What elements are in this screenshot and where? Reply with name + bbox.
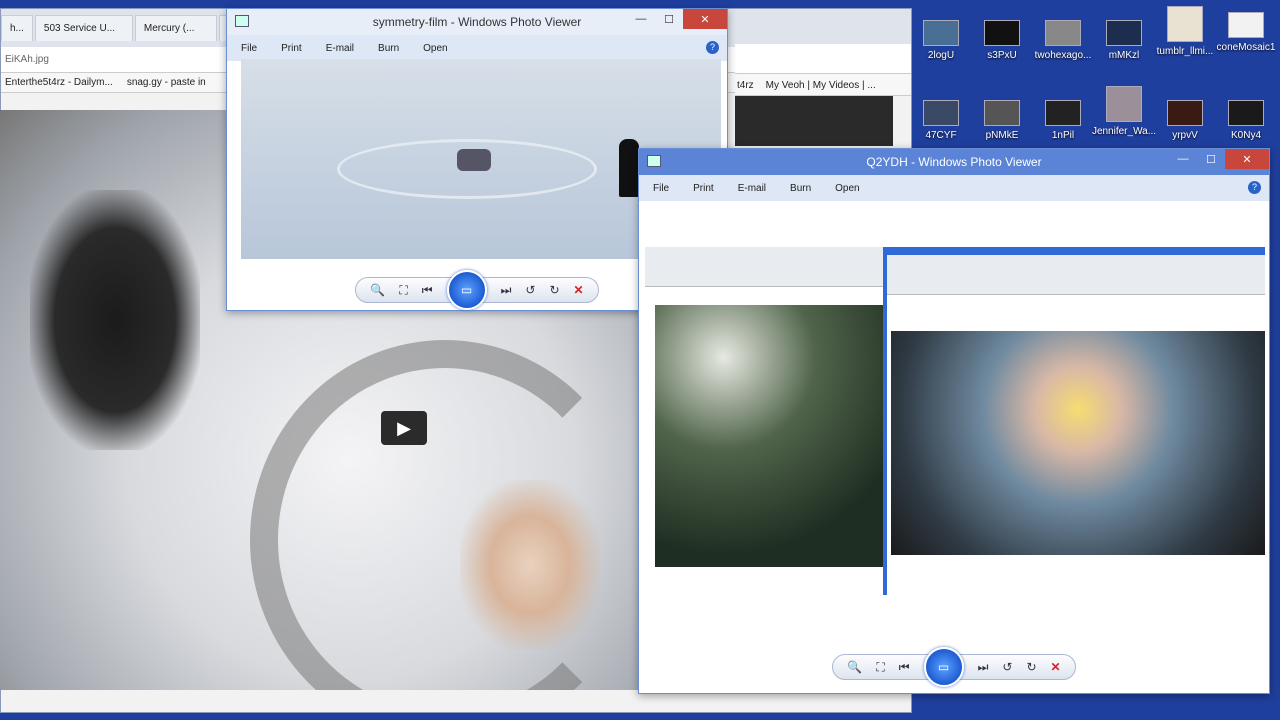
crouching-figure [460, 480, 600, 650]
desktop-icon[interactable]: s3PxU [969, 20, 1035, 61]
menu-burn[interactable]: Burn [790, 183, 811, 194]
right-bookmarks-bar: t4rz My Veoh | My Videos | ... [735, 76, 911, 96]
fit-window-icon[interactable]: ⛶ [399, 283, 407, 298]
next-icon[interactable]: ⏭ [501, 283, 512, 298]
inner-painting [655, 305, 883, 567]
help-icon[interactable]: ? [1248, 181, 1261, 194]
photo-viewer-q2ydh: Q2YDH - Windows Photo Viewer — ☐ ✕ File … [638, 148, 1270, 694]
slideshow-icon: ▭ [460, 283, 473, 297]
zoom-icon[interactable]: 🔍 [847, 660, 862, 674]
bookmark-item[interactable]: Enterthe5t4rz - Dailym... [5, 77, 113, 88]
browser-tab[interactable]: 503 Service U... [34, 15, 133, 41]
photo-display [645, 247, 1265, 595]
bookmark-item[interactable]: My Veoh | My Videos | ... [766, 80, 876, 91]
menu-bar: File Print E-mail Burn Open ? [639, 175, 1269, 201]
image-thumbnail-icon [1228, 12, 1264, 38]
play-icon: ▶ [397, 417, 411, 438]
desktop-icon[interactable]: 2logU [908, 20, 974, 61]
control-bar: 🔍 ⛶ ⏮ ▭ ⏭ ↺ ↻ ✕ [355, 270, 599, 310]
minimize-button[interactable]: — [627, 9, 655, 29]
menu-print[interactable]: Print [693, 183, 714, 194]
desktop-icon[interactable]: twohexago... [1030, 20, 1096, 61]
desktop-icon[interactable]: K0Ny4 [1213, 100, 1279, 141]
window-title: symmetry-film - Windows Photo Viewer [372, 15, 582, 29]
inner-left-toolbar [645, 247, 883, 287]
desktop-icon[interactable]: tumblr_llmi... [1152, 6, 1218, 57]
browser-tab[interactable]: Mercury (... [134, 15, 217, 41]
menu-file[interactable]: File [653, 183, 669, 194]
dark-figure [30, 190, 200, 450]
help-icon[interactable]: ? [706, 41, 719, 54]
fit-window-icon[interactable]: ⛶ [876, 660, 884, 675]
right-browser-toolbar [735, 44, 911, 74]
image-thumbnail-icon [984, 100, 1020, 126]
desktop-icon[interactable]: coneMosaic1 [1213, 12, 1279, 53]
image-thumbnail-icon [1167, 6, 1203, 42]
standing-figure [619, 139, 639, 197]
play-button[interactable]: ▶ [381, 411, 427, 445]
menu-burn[interactable]: Burn [378, 43, 399, 54]
menu-bar: File Print E-mail Burn Open ? [227, 35, 727, 61]
window-controls: — ☐ ✕ [1169, 149, 1269, 169]
menu-open[interactable]: Open [423, 43, 447, 54]
rotate-ccw-icon[interactable]: ↺ [525, 283, 535, 297]
slideshow-icon: ▭ [937, 660, 950, 674]
control-bar: 🔍 ⛶ ⏮ ▭ ⏭ ↺ ↻ ✕ [832, 647, 1076, 687]
rotate-cw-icon[interactable]: ↻ [1026, 660, 1036, 674]
image-thumbnail-icon [923, 100, 959, 126]
bookmark-item[interactable]: snag.gy - paste in [127, 77, 206, 88]
desktop-icon[interactable]: Jennifer_Wa... [1091, 86, 1157, 137]
menu-file[interactable]: File [241, 43, 257, 54]
image-thumbnail-icon [923, 20, 959, 46]
bookmark-item[interactable]: t4rz [737, 80, 754, 91]
inner-right-toolbar [887, 255, 1265, 295]
maximize-button[interactable]: ☐ [1197, 149, 1225, 169]
viewer-controls: 🔍 ⛶ ⏮ ▭ ⏭ ↺ ↻ ✕ [639, 641, 1269, 693]
desktop-icon[interactable]: 47CYF [908, 100, 974, 141]
maximize-button[interactable]: ☐ [655, 9, 683, 29]
desktop-icon[interactable]: 1nPil [1030, 100, 1096, 141]
right-page-dark-band [735, 96, 893, 146]
window-controls: — ☐ ✕ [627, 9, 727, 29]
previous-icon[interactable]: ⏮ [899, 660, 910, 675]
close-button[interactable]: ✕ [1225, 149, 1269, 169]
menu-email[interactable]: E-mail [326, 43, 354, 54]
zoom-icon[interactable]: 🔍 [370, 283, 385, 297]
window-titlebar[interactable]: Q2YDH - Windows Photo Viewer — ☐ ✕ [639, 149, 1269, 175]
figure-on-ice [457, 149, 491, 171]
image-thumbnail-icon [1045, 100, 1081, 126]
image-thumbnail-icon [1106, 20, 1142, 46]
slideshow-button[interactable]: ▭ [446, 270, 487, 310]
next-icon[interactable]: ⏭ [978, 660, 989, 675]
image-thumbnail-icon [1045, 20, 1081, 46]
rotate-ccw-icon[interactable]: ↺ [1002, 660, 1012, 674]
rotate-cw-icon[interactable]: ↻ [549, 283, 559, 297]
inner-doll-image [891, 331, 1265, 555]
desktop-icon[interactable]: mMKzl [1091, 20, 1157, 61]
slideshow-button[interactable]: ▭ [923, 647, 964, 687]
desktop-icon[interactable]: pNMkE [969, 100, 1035, 141]
photo-viewer-app-icon [235, 15, 249, 27]
delete-icon[interactable]: ✕ [1051, 660, 1061, 674]
image-thumbnail-icon [1106, 86, 1142, 122]
window-title: Q2YDH - Windows Photo Viewer [866, 155, 1042, 169]
image-thumbnail-icon [984, 20, 1020, 46]
menu-email[interactable]: E-mail [738, 183, 766, 194]
desktop-icon[interactable]: yrpvV [1152, 100, 1218, 141]
menu-open[interactable]: Open [835, 183, 859, 194]
browser-tab[interactable]: h... [1, 15, 33, 41]
minimize-button[interactable]: — [1169, 149, 1197, 169]
menu-print[interactable]: Print [281, 43, 302, 54]
delete-icon[interactable]: ✕ [574, 283, 584, 297]
photo-viewer-app-icon [647, 155, 661, 167]
window-titlebar[interactable]: symmetry-film - Windows Photo Viewer — ☐… [227, 9, 727, 35]
close-button[interactable]: ✕ [683, 9, 727, 29]
image-thumbnail-icon [1167, 100, 1203, 126]
previous-icon[interactable]: ⏮ [422, 283, 433, 298]
image-thumbnail-icon [1228, 100, 1264, 126]
